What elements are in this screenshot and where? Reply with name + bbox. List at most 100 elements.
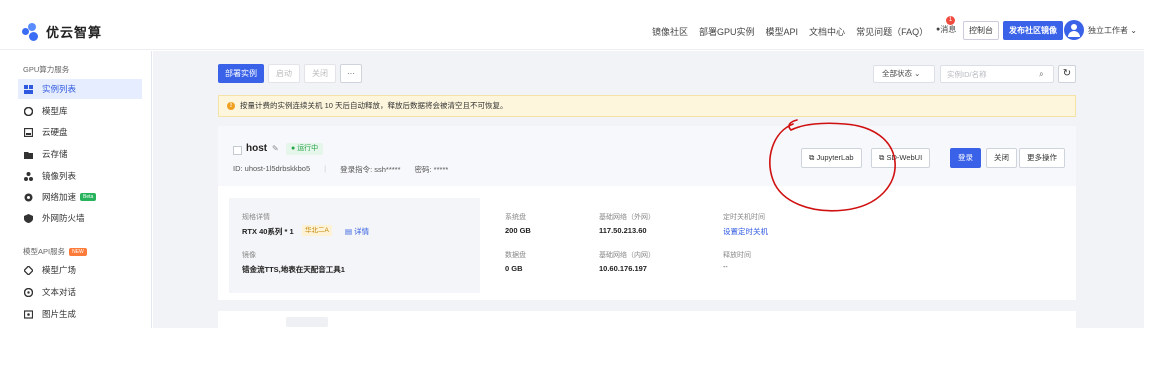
status-filter-select[interactable]: 全部状态 ⌄: [873, 65, 935, 83]
sidebar-item-network-accel[interactable]: 网络加速 Beta: [18, 187, 142, 207]
nav-model-api[interactable]: 模型API: [766, 25, 799, 38]
sidebar-item-label: 云存储: [42, 149, 68, 159]
nav-docs[interactable]: 文档中心: [809, 25, 845, 38]
public-ip: 117.50.213.60: [599, 226, 647, 235]
public-network-label: 基础网络（外网）: [599, 214, 655, 221]
image-value: 错金流TTS,地表在天配音工具1: [242, 265, 345, 274]
search-input[interactable]: [947, 66, 1037, 82]
instance-card: host ✎ ● 运行中 ID: uhost-1l5drbskkbo5 | 登录…: [218, 126, 1076, 300]
close-instance-button[interactable]: 关闭: [986, 148, 1017, 168]
refresh-button[interactable]: ↻: [1058, 65, 1076, 83]
messages-badge: 1: [946, 16, 955, 25]
sidebar-item-label: 网络加速: [42, 192, 77, 202]
jupyterlab-label: JupyterLab: [816, 153, 854, 162]
sidebar-item-firewall[interactable]: 外网防火墙: [18, 208, 142, 228]
release-time-value: --: [723, 264, 728, 271]
user-label: 独立工作者 ⌄: [1088, 25, 1137, 35]
notice-text: 按量计费的实例连续关机 10 天后自动释放，释放后数据将会被清空且不可恢复。: [240, 101, 508, 110]
messages-button[interactable]: ● 消息 1: [936, 16, 957, 35]
jupyterlab-button[interactable]: ⧉ JupyterLab: [801, 148, 862, 168]
text-chat-icon: [23, 287, 34, 297]
sidebar-item-instance-list[interactable]: 实例列表: [18, 79, 142, 99]
sidebar-item-label: 云硬盘: [42, 127, 68, 137]
data-disk-label: 数据盘: [505, 252, 526, 259]
brand-logo[interactable]: 优云智算: [22, 22, 102, 41]
cloud-disk-icon: [23, 127, 34, 137]
private-network-label: 基础网络（内网）: [599, 252, 655, 259]
new-badge: NEW: [69, 247, 87, 256]
user-menu[interactable]: 独立工作者 ⌄: [1064, 20, 1137, 40]
model-square-icon: [23, 264, 34, 276]
app-root: 优云智算 镜像社区 部署GPU实例 模型API 文档中心 常见问题（FAQ） ●…: [0, 0, 1157, 365]
sidebar-item-label: 模型库: [42, 106, 68, 116]
model-library-icon: [23, 106, 34, 116]
release-notice: ! 按量计费的实例连续关机 10 天后自动释放，释放后数据将会被清空且不可恢复。: [218, 95, 1076, 117]
system-disk-label: 系统盘: [505, 214, 526, 221]
brand-name: 优云智算: [46, 25, 103, 40]
sidebar-item-model-library[interactable]: 模型库: [18, 101, 142, 121]
detail-link-label: 详情: [354, 227, 370, 236]
beta-badge: Beta: [80, 193, 97, 201]
sidebar-item-text-chat[interactable]: 文本对话: [18, 282, 142, 302]
stop-button[interactable]: 关闭: [304, 64, 336, 83]
instance-id: ID: uhost-1l5drbskkbo5: [233, 164, 311, 173]
sidebar-item-model-square[interactable]: 模型广场: [18, 260, 142, 280]
login-command[interactable]: 登录指令: ssh*****: [340, 164, 400, 175]
login-button[interactable]: 登录: [950, 148, 981, 168]
sidebar-group-label: 模型API服务: [23, 247, 66, 256]
shutdown-time-label: 定时关机时间: [723, 214, 765, 221]
deploy-instance-button[interactable]: 部署实例: [218, 64, 264, 83]
network-accel-icon: [24, 193, 33, 202]
sidebar-group-model-api: 模型API服务 NEW: [23, 246, 87, 257]
edit-icon[interactable]: ✎: [272, 144, 279, 153]
spec-label: 规格详情: [242, 214, 270, 221]
nav-faq[interactable]: 常见问题（FAQ）: [856, 25, 928, 38]
sidebar-item-label: 图片生成: [42, 309, 77, 319]
status-badge: ● 运行中: [286, 143, 324, 155]
status-text: 运行中: [297, 145, 319, 152]
instance-name: host: [246, 143, 268, 154]
more-actions-button[interactable]: ···: [340, 64, 362, 83]
more-operations-button[interactable]: 更多操作: [1019, 148, 1065, 168]
instance-card-header: host ✎ ● 运行中 ID: uhost-1l5drbskkbo5 | 登录…: [218, 126, 1076, 186]
password-field[interactable]: 密码: *****: [415, 164, 449, 175]
nav-image-community[interactable]: 镜像社区: [652, 25, 688, 38]
top-nav: 镜像社区 部署GPU实例 模型API 文档中心 常见问题（FAQ）: [652, 12, 939, 50]
image-gen-icon: [23, 309, 34, 319]
system-disk-value: 200 GB: [505, 226, 531, 235]
data-disk-value: 0 GB: [505, 264, 523, 273]
private-ip: 10.60.176.197: [599, 264, 647, 273]
sidebar-item-label: 模型广场: [42, 265, 77, 275]
warning-icon: !: [227, 102, 235, 110]
sidebar-item-label: 镜像列表: [42, 171, 77, 181]
sidebar-item-label: 文本对话: [42, 287, 77, 297]
meta-separator: |: [324, 164, 327, 173]
instance-card-2: [218, 311, 1076, 331]
search-icon[interactable]: ⌕: [1039, 70, 1043, 79]
sidebar-item-label: 外网防火墙: [42, 213, 85, 223]
sidebar-item-image-list[interactable]: 镜像列表: [18, 166, 142, 186]
avatar: [1064, 20, 1084, 40]
document-icon: ▤: [345, 227, 355, 236]
set-shutdown-link[interactable]: 设置定时关机: [723, 226, 768, 237]
instance-meta: ID: uhost-1l5drbskkbo5 | 登录指令: ssh***** …: [233, 164, 462, 175]
instance-list-icon: [24, 84, 33, 94]
sidebar: GPU算力服务 实例列表 模型库 云硬盘 云存储 镜像列表 网络加速 Beta …: [0, 51, 152, 328]
console-button[interactable]: 控制台: [963, 21, 999, 40]
placeholder-bar: [286, 317, 328, 327]
messages-label: 消息: [940, 25, 957, 34]
sd-webui-label: SD-WebUI: [886, 153, 923, 162]
start-button[interactable]: 启动: [268, 64, 300, 83]
sidebar-item-cloud-disk[interactable]: 云硬盘: [18, 122, 142, 142]
sd-webui-button[interactable]: ⧉ SD-WebUI: [871, 148, 931, 168]
cloud-storage-icon: [24, 150, 33, 159]
spec-value: RTX 40系列 * 1: [242, 227, 294, 236]
sidebar-group-gpu: GPU算力服务: [23, 65, 70, 74]
sidebar-item-image-gen[interactable]: 图片生成: [18, 304, 142, 324]
instance-checkbox[interactable]: [233, 146, 242, 155]
image-list-icon: [24, 171, 33, 181]
publish-image-button[interactable]: 发布社区镜像: [1003, 21, 1063, 40]
sidebar-item-cloud-storage[interactable]: 云存储: [18, 144, 142, 164]
detail-link[interactable]: ▤ 详情: [345, 226, 369, 237]
nav-deploy-gpu[interactable]: 部署GPU实例: [699, 25, 755, 38]
